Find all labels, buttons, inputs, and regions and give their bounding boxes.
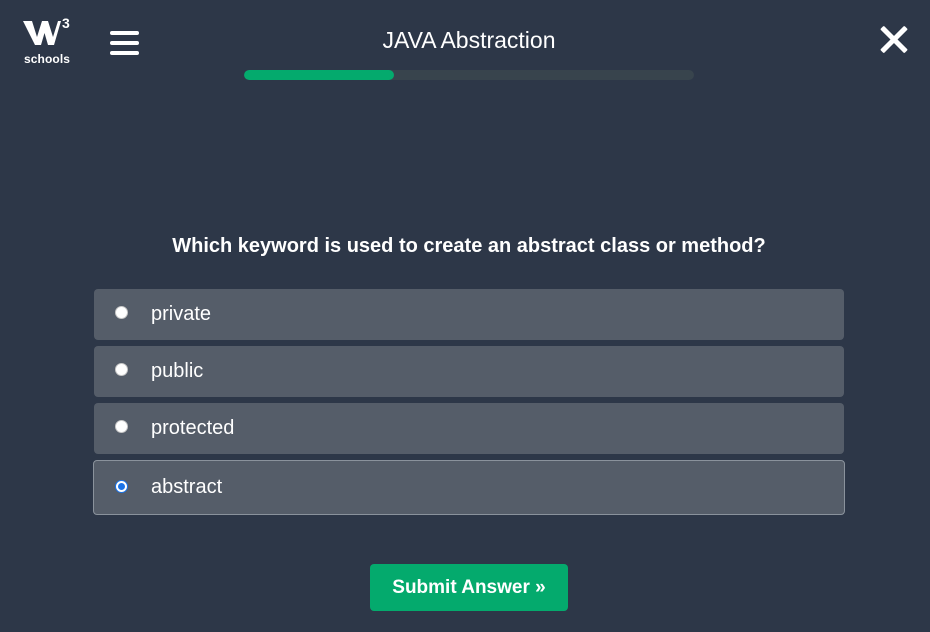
- hamburger-menu-icon[interactable]: [108, 29, 140, 59]
- question-text: Which keyword is used to create an abstr…: [172, 235, 766, 257]
- quiz-title: JAVA Abstraction: [382, 27, 556, 53]
- option-label: abstract: [151, 476, 223, 498]
- radio-button[interactable]: [115, 420, 128, 433]
- answer-option-protected[interactable]: protected: [94, 403, 844, 454]
- quiz-page: 3 schools JAVA Abstraction Which keyword…: [0, 0, 930, 632]
- menu-bar: [110, 41, 139, 45]
- option-label: public: [151, 360, 204, 382]
- option-label: private: [151, 303, 212, 325]
- quiz-progress-fill: [244, 70, 394, 80]
- close-icon[interactable]: [879, 25, 909, 55]
- answer-option-abstract[interactable]: abstract: [93, 460, 845, 515]
- menu-bar: [110, 31, 139, 35]
- logo-wordmark: schools: [24, 52, 71, 66]
- w3schools-logo[interactable]: 3 schools: [22, 15, 78, 68]
- radio-button[interactable]: [115, 363, 128, 376]
- answer-option-public[interactable]: public: [94, 346, 844, 397]
- option-label: protected: [151, 417, 235, 439]
- radio-button[interactable]: [115, 480, 128, 493]
- answer-option-private[interactable]: private: [94, 289, 844, 340]
- logo-superscript: 3: [62, 15, 70, 31]
- w3schools-logo-icon: [23, 21, 61, 45]
- menu-bar: [110, 51, 139, 55]
- quiz-progress-bar: [244, 70, 694, 80]
- radio-button[interactable]: [115, 306, 128, 319]
- answer-options: private public protected abstract: [93, 289, 845, 521]
- submit-answer-button[interactable]: Submit Answer »: [370, 564, 568, 611]
